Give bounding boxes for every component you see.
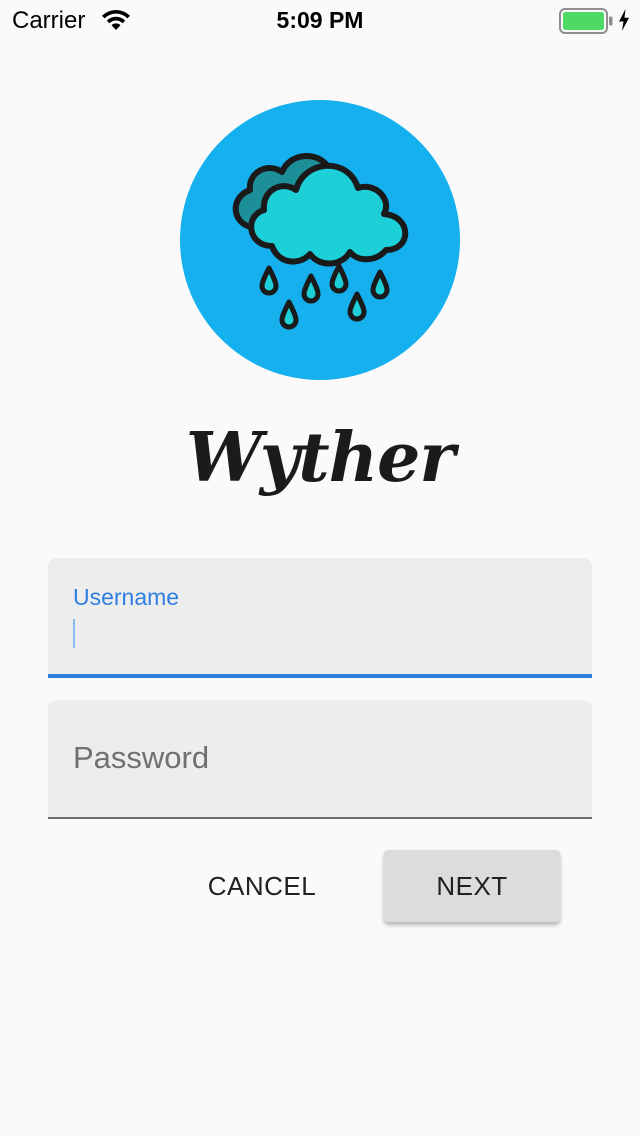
username-field[interactable]: Username xyxy=(48,558,592,678)
next-button[interactable]: NEXT xyxy=(384,850,560,922)
app-logo xyxy=(180,100,460,380)
battery-icon xyxy=(559,8,613,34)
status-time: 5:09 PM xyxy=(276,7,364,33)
status-bar: Carrier 5:09 PM xyxy=(0,0,640,40)
cancel-button[interactable]: CANCEL xyxy=(186,850,338,922)
app-name-title: Wyther xyxy=(185,418,455,498)
password-field[interactable]: Password xyxy=(48,700,592,819)
charging-bolt-icon xyxy=(619,9,629,31)
text-cursor xyxy=(73,619,75,648)
password-placeholder: Password xyxy=(73,740,210,775)
username-label: Username xyxy=(73,584,180,610)
rain-cloud-icon xyxy=(180,100,460,380)
